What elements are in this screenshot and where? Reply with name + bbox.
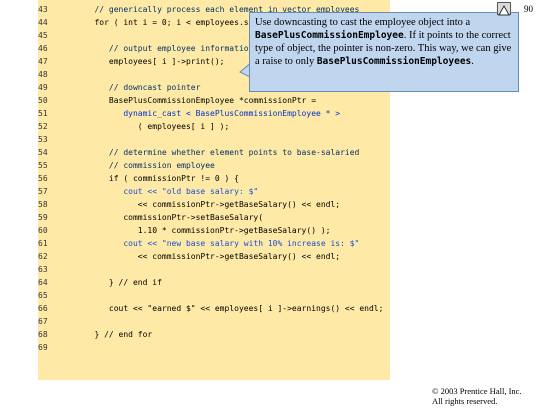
code-line: << commissionPtr->getBaseSalary() << end… [80, 252, 341, 261]
code-line: } // end for [80, 330, 153, 339]
code-line: 1.10 * commissionPtr->getBaseSalary() ); [80, 226, 331, 235]
line-number: 55 [38, 161, 48, 170]
line-number: 67 [38, 317, 48, 326]
line-number: 56 [38, 174, 48, 183]
copyright-line-1: © 2003 Prentice Hall, Inc. [432, 386, 522, 396]
line-number: 65 [38, 291, 48, 300]
line-number-gutter: 43 44 45 46 47 48 49 50 51 52 53 54 55 56 57 58 59 60 61 62… [38, 3, 70, 354]
line-number: 60 [38, 226, 48, 235]
line-number: 58 [38, 200, 48, 209]
code-line: if ( commissionPtr != 0 ) { [80, 174, 239, 183]
callout-text-1: Use downcasting to cast the employee obj… [255, 17, 471, 28]
callout-text-3: . [471, 56, 474, 67]
callout-box: Use downcasting to cast the employee obj… [249, 12, 519, 92]
code-line: dynamic_cast < BasePlusCommissionEmploye… [80, 109, 341, 118]
callout-class-name-2: BasePlusCommissionEmployees [316, 56, 472, 67]
code-line: cout << "new base salary with 10% increa… [80, 239, 360, 248]
up-arrow-icon [498, 4, 510, 16]
code-line: } // end if [80, 278, 162, 287]
callout-class-name-1: BasePlusCommissionEmployee [255, 30, 404, 41]
line-number: 43 [38, 5, 48, 14]
outline-nav-icon[interactable] [497, 2, 511, 16]
line-number: 48 [38, 70, 48, 79]
line-number: 45 [38, 31, 48, 40]
code-line: cout << "earned $" << employees[ i ]->ea… [80, 304, 384, 313]
line-number: 53 [38, 135, 48, 144]
line-number: 44 [38, 18, 48, 27]
code-line: ( employees[ i ] ); [80, 122, 230, 131]
line-number: 50 [38, 96, 48, 105]
line-number: 61 [38, 239, 48, 248]
line-number: 57 [38, 187, 48, 196]
line-number: 49 [38, 83, 48, 92]
line-number: 69 [38, 343, 48, 352]
code-line: cout << "old base salary: $" [80, 187, 259, 196]
copyright-line-2: All rights reserved. [432, 396, 498, 406]
code-line: // determine whether element points to b… [80, 148, 360, 157]
line-number: 62 [38, 252, 48, 261]
line-number: 63 [38, 265, 48, 274]
line-number: 59 [38, 213, 48, 222]
line-number: 68 [38, 330, 48, 339]
line-number: 47 [38, 57, 48, 66]
code-line: commissionPtr->setBaseSalary( [80, 213, 264, 222]
code-line: << commissionPtr->getBaseSalary() << end… [80, 200, 341, 209]
code-line: BasePlusCommissionEmployee *commissionPt… [80, 96, 317, 105]
copyright-notice: © 2003 Prentice Hall, Inc. All rights re… [432, 386, 522, 406]
line-number: 51 [38, 109, 48, 118]
line-number: 46 [38, 44, 48, 53]
code-line: // commission employee [80, 161, 215, 170]
line-number: 52 [38, 122, 48, 131]
line-number: 54 [38, 148, 48, 157]
line-number: 66 [38, 304, 48, 313]
slide-number: 90 [524, 4, 533, 14]
line-number: 64 [38, 278, 48, 287]
